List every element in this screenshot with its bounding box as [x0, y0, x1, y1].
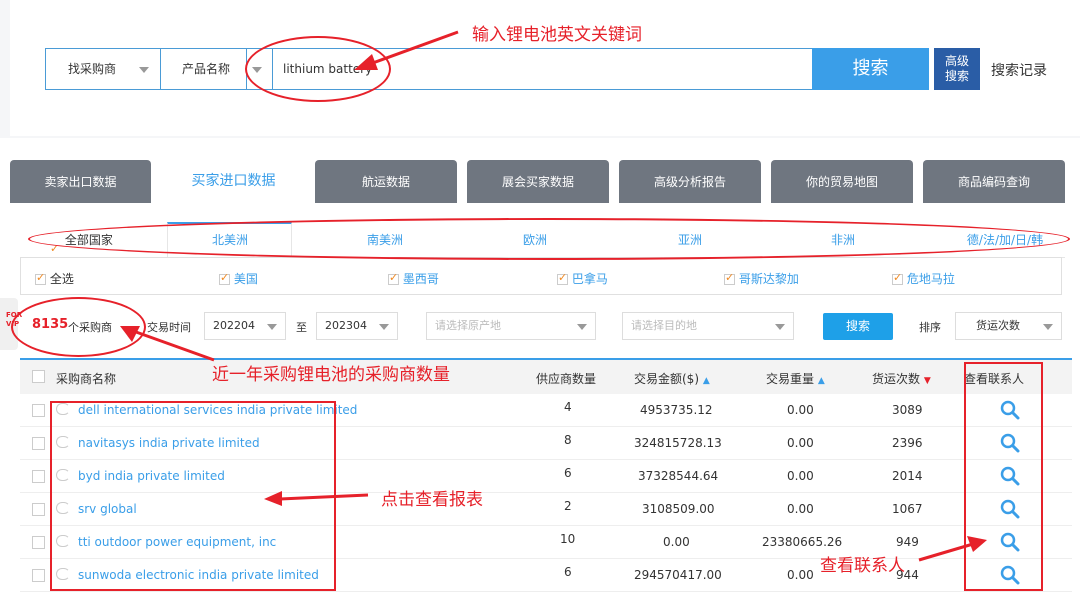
annotation-report: 点击查看报表 — [381, 490, 483, 510]
supplier-count: 10 — [560, 532, 576, 546]
chevron-down-icon — [577, 324, 587, 330]
sort-label: 排序 — [919, 321, 941, 334]
data-tabs: 卖家出口数据 买家进口数据 航运数据 展会买家数据 高级分析报告 你的贸易地图 … — [0, 158, 1080, 204]
supplier-count: 6 — [564, 466, 572, 480]
destination-select[interactable]: 请选择目的地 — [622, 312, 794, 340]
tab-shipping[interactable]: 航运数据 — [315, 160, 457, 204]
header-buyer-name: 采购商名称 — [56, 372, 117, 386]
trade-weight: 0.00 — [787, 436, 814, 450]
header-suppliers: 供应商数量 — [536, 372, 597, 386]
trade-amount: 0.00 — [663, 535, 690, 549]
checkbox-icon[interactable] — [35, 271, 46, 285]
to-label: 至 — [296, 321, 307, 334]
search-field-select[interactable]: 产品名称 — [182, 49, 230, 89]
shipment-count: 2014 — [892, 469, 923, 483]
header-shipments[interactable]: 货运次数 ▼ — [872, 370, 931, 387]
trade-amount: 37328544.64 — [638, 469, 719, 483]
sort-icon: ▼ — [923, 376, 931, 386]
shipment-count: 2396 — [892, 436, 923, 450]
tab-buyer-import[interactable]: 买家进口数据 — [162, 158, 305, 204]
select-all-checkbox[interactable] — [32, 370, 45, 383]
country-select-all[interactable]: 全选 — [35, 270, 74, 287]
tab-analysis-report[interactable]: 高级分析报告 — [619, 160, 761, 204]
tab-expo-buyers[interactable]: 展会买家数据 — [467, 160, 609, 204]
shipment-count: 3089 — [892, 403, 923, 417]
annotation-buyer-count: 近一年采购锂电池的采购商数量 — [212, 365, 450, 385]
country-filter: 全选 美国 墨西哥 巴拿马 哥斯达黎加 危地马拉 — [20, 257, 1062, 295]
tab-trade-map[interactable]: 你的贸易地图 — [771, 160, 913, 204]
supplier-count: 8 — [564, 433, 572, 447]
trade-weight: 0.00 — [787, 502, 814, 516]
row-checkbox[interactable] — [32, 404, 45, 417]
supplier-count: 6 — [564, 565, 572, 579]
tab-hs-code[interactable]: 商品编码查询 — [923, 160, 1065, 204]
search-history-link[interactable]: 搜索记录 — [991, 60, 1047, 80]
checkbox-icon[interactable] — [557, 271, 568, 285]
annotation-arrow — [918, 536, 987, 562]
chevron-down-icon — [139, 67, 149, 73]
checkbox-icon[interactable] — [724, 271, 735, 285]
annotation-contacts: 查看联系人 — [820, 556, 905, 576]
supplier-count: 4 — [564, 400, 572, 414]
advanced-search-button[interactable]: 高级 搜索 — [934, 48, 980, 90]
trade-weight: 0.00 — [787, 568, 814, 582]
trade-weight: 23380665.26 — [762, 535, 843, 549]
trade-amount: 3108509.00 — [642, 502, 715, 516]
supplier-count: 2 — [564, 499, 572, 513]
search-button[interactable]: 搜索 — [812, 48, 929, 90]
checkbox-icon[interactable] — [388, 271, 399, 285]
sort-icon: ▲ — [702, 376, 710, 386]
origin-select[interactable]: 请选择原产地 — [426, 312, 596, 340]
tab-seller-export[interactable]: 卖家出口数据 — [10, 160, 151, 204]
trade-amount: 324815728.13 — [634, 436, 722, 450]
row-checkbox[interactable] — [32, 437, 45, 450]
chevron-down-icon — [775, 324, 785, 330]
chevron-down-icon — [379, 324, 389, 330]
annotation-keyword: 输入锂电池英文关键词 — [472, 25, 642, 45]
sort-select[interactable]: 货运次数 — [955, 312, 1062, 340]
annotation-arrow — [120, 326, 215, 362]
country-costa-rica[interactable]: 哥斯达黎加 — [724, 270, 799, 287]
filter-search-button[interactable]: 搜索 — [823, 313, 893, 340]
country-mexico[interactable]: 墨西哥 — [388, 270, 439, 287]
annotation-arrow — [264, 491, 369, 506]
row-checkbox[interactable] — [32, 470, 45, 483]
country-guatemala[interactable]: 危地马拉 — [892, 270, 955, 287]
row-checkbox[interactable] — [32, 503, 45, 516]
trade-amount: 4953735.12 — [640, 403, 713, 417]
search-type-select[interactable]: 找采购商 — [68, 49, 116, 89]
checkbox-icon[interactable] — [892, 271, 903, 285]
header-amount[interactable]: 交易金额($) ▲ — [634, 370, 710, 387]
trade-weight: 0.00 — [787, 469, 814, 483]
trade-weight: 0.00 — [787, 403, 814, 417]
chevron-down-icon — [267, 324, 277, 330]
chevron-down-icon — [1043, 324, 1053, 330]
row-checkbox[interactable] — [32, 569, 45, 582]
sort-icon: ▲ — [817, 376, 825, 386]
trade-time-to-select[interactable]: 202304 — [316, 312, 398, 340]
checkbox-icon[interactable] — [219, 271, 230, 285]
country-panama[interactable]: 巴拿马 — [557, 270, 608, 287]
row-checkbox[interactable] — [32, 536, 45, 549]
annotation-arrow — [354, 30, 459, 70]
annotation-ellipse-regions — [28, 218, 1070, 260]
country-us[interactable]: 美国 — [219, 270, 258, 287]
shipment-count: 1067 — [892, 502, 923, 516]
divider — [160, 49, 161, 89]
trade-amount: 294570417.00 — [634, 568, 722, 582]
header-weight[interactable]: 交易重量 ▲ — [766, 370, 825, 387]
